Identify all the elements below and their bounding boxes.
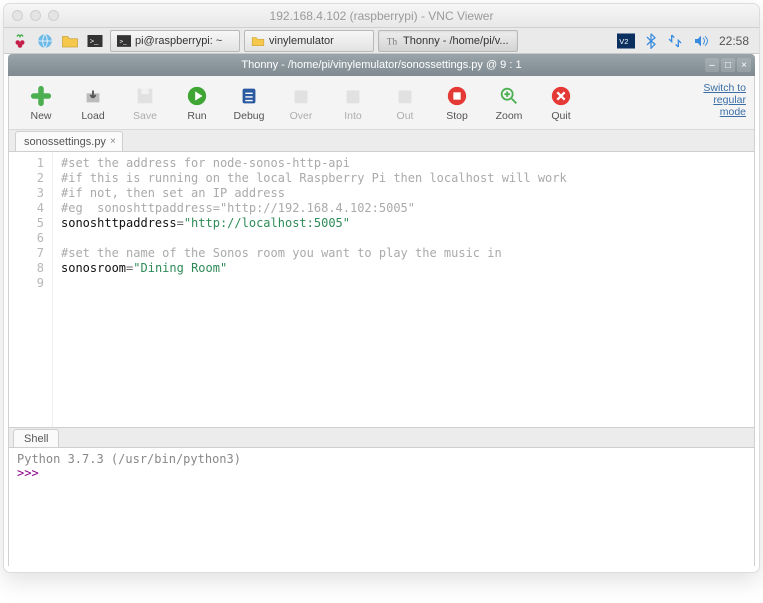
tool-label: Debug [234, 110, 265, 122]
tool-label: Over [290, 110, 313, 122]
play-icon [185, 84, 209, 108]
svg-text:V2: V2 [619, 37, 628, 46]
load-button[interactable]: Load [67, 84, 119, 122]
out-button[interactable]: Out [379, 84, 431, 122]
thonny-icon: Th [385, 34, 399, 48]
globe-icon[interactable] [33, 30, 57, 52]
stop-icon [445, 84, 469, 108]
tool-label: Out [397, 110, 414, 122]
run-button[interactable]: Run [171, 84, 223, 122]
mac-close-button[interactable] [12, 10, 23, 21]
step-into-icon [341, 84, 365, 108]
thonny-title: Thonny - /home/pi/vinylemulator/sonosset… [241, 59, 521, 71]
editor-tab[interactable]: sonossettings.py × [15, 131, 123, 151]
editor-tab-strip: sonossettings.py × [9, 130, 754, 152]
tool-label: Load [81, 110, 104, 122]
shell-tab[interactable]: Shell [13, 429, 59, 447]
tool-label: New [30, 110, 51, 122]
tool-label: Stop [446, 110, 468, 122]
mac-titlebar: 192.168.4.102 (raspberrypi) - VNC Viewer [4, 4, 759, 28]
clock[interactable]: 22:58 [719, 34, 749, 48]
code-editor[interactable]: 123456789 #set the address for node-sono… [9, 152, 754, 428]
svg-text:>_: >_ [119, 38, 127, 45]
vnc-icon[interactable]: V2 [617, 33, 635, 49]
close-tab-icon[interactable]: × [106, 134, 120, 148]
tool-label: Save [133, 110, 157, 122]
mac-minimize-button[interactable] [30, 10, 41, 21]
svg-text:Th: Th [387, 37, 398, 47]
pi-taskbar: >_ >_ pi@raspberrypi: ~ vinylemulator Th… [4, 28, 759, 54]
tool-label: Into [344, 110, 362, 122]
code-area[interactable]: #set the address for node-sonos-http-api… [53, 152, 754, 427]
file-manager-icon[interactable] [58, 30, 82, 52]
taskbar-item-label: pi@raspberrypi: ~ [135, 35, 222, 47]
into-button[interactable]: Into [327, 84, 379, 122]
zoom-button[interactable]: Zoom [483, 84, 535, 122]
thonny-titlebar: Thonny - /home/pi/vinylemulator/sonosset… [8, 54, 755, 76]
taskbar-item-folder[interactable]: vinylemulator [244, 30, 374, 52]
raspberry-menu-icon[interactable] [8, 30, 32, 52]
zoom-icon [497, 84, 521, 108]
save-button[interactable]: Save [119, 84, 171, 122]
thonny-toolbar: New Load Save Run Debug Over Into Out St… [9, 76, 754, 130]
tool-label: Quit [551, 110, 570, 122]
thonny-close-button[interactable]: × [737, 58, 751, 72]
bluetooth-icon[interactable] [645, 33, 657, 49]
volume-icon[interactable] [693, 34, 709, 48]
save-icon [133, 84, 157, 108]
shell-info: Python 3.7.3 (/usr/bin/python3) [17, 452, 746, 466]
thonny-maximize-button[interactable]: □ [721, 58, 735, 72]
tool-label: Run [187, 110, 206, 122]
taskbar-item-terminal[interactable]: >_ pi@raspberrypi: ~ [110, 30, 240, 52]
plus-icon [29, 84, 53, 108]
mac-zoom-button[interactable] [48, 10, 59, 21]
stop-button[interactable]: Stop [431, 84, 483, 122]
switch-mode-link[interactable]: Switch to regular mode [703, 82, 746, 118]
thonny-minimize-button[interactable]: – [705, 58, 719, 72]
taskbar-item-label: Thonny - /home/pi/v... [403, 35, 509, 47]
folder-icon [251, 34, 265, 48]
quit-icon [549, 84, 573, 108]
load-icon [81, 84, 105, 108]
step-over-icon [289, 84, 313, 108]
editor-tab-label: sonossettings.py [24, 136, 106, 148]
debug-icon [237, 84, 261, 108]
debug-button[interactable]: Debug [223, 84, 275, 122]
shell-panel[interactable]: Python 3.7.3 (/usr/bin/python3) >>> [9, 448, 754, 566]
quit-button[interactable]: Quit [535, 84, 587, 122]
taskbar-item-thonny[interactable]: Th Thonny - /home/pi/v... [378, 30, 518, 52]
mac-window-title: 192.168.4.102 (raspberrypi) - VNC Viewer [4, 9, 759, 23]
shell-tab-strip: Shell [9, 428, 754, 448]
taskbar-item-label: vinylemulator [269, 35, 334, 47]
svg-text:>_: >_ [90, 36, 99, 45]
over-button[interactable]: Over [275, 84, 327, 122]
network-icon[interactable] [667, 33, 683, 49]
system-tray: V2 22:58 [611, 33, 755, 49]
shell-prompt: >>> [17, 466, 39, 480]
shell-tab-label: Shell [24, 433, 48, 445]
line-gutter: 123456789 [9, 152, 53, 427]
terminal-icon: >_ [117, 34, 131, 48]
step-out-icon [393, 84, 417, 108]
new-button[interactable]: New [15, 84, 67, 122]
terminal-icon[interactable]: >_ [83, 30, 107, 52]
tool-label: Zoom [496, 110, 523, 122]
